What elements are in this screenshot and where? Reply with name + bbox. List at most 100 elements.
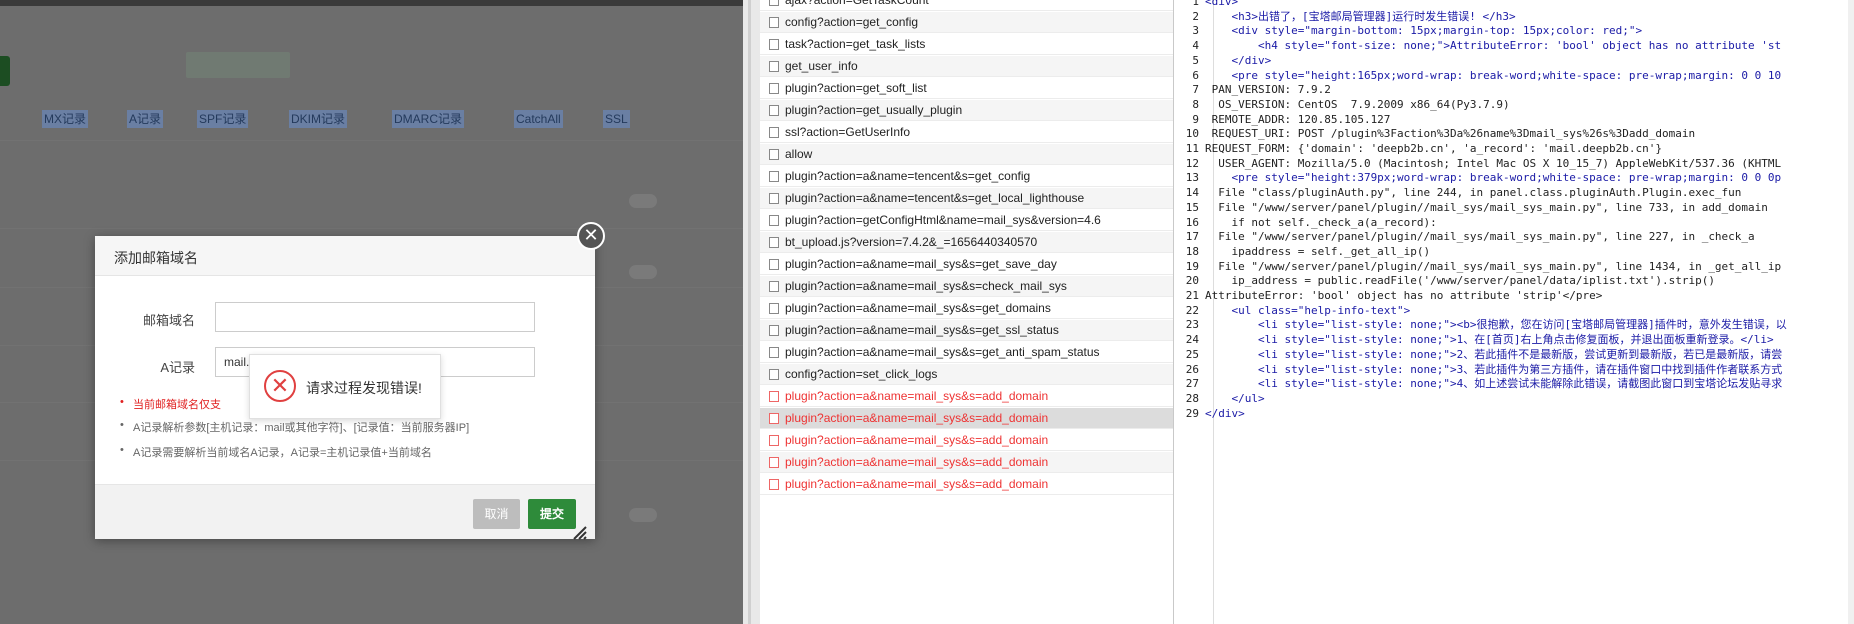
code-text: <li style="list-style: none;"><b>很抱歉，您在访… <box>1205 318 1787 332</box>
request-row[interactable]: plugin?action=a&name=mail_sys&s=add_doma… <box>760 408 1173 429</box>
request-checkbox-icon[interactable] <box>769 149 779 160</box>
request-row[interactable]: plugin?action=getConfigHtml&name=mail_sy… <box>760 210 1173 231</box>
code-line: 19 File "/www/server/panel/plugin//mail_… <box>1175 260 1848 273</box>
request-row[interactable]: plugin?action=get_usually_plugin <box>760 100 1173 121</box>
request-checkbox-icon[interactable] <box>769 193 779 204</box>
request-checkbox-icon[interactable] <box>769 17 779 28</box>
code-text: <div> <box>1205 0 1239 8</box>
request-row[interactable]: ajax?action=GetTaskCount <box>760 0 1173 11</box>
request-row[interactable]: plugin?action=a&name=mail_sys&s=get_save… <box>760 254 1173 275</box>
green-side-tab <box>0 56 10 86</box>
request-row[interactable]: allow <box>760 144 1173 165</box>
request-row[interactable]: plugin?action=a&name=mail_sys&s=get_ssl_… <box>760 320 1173 341</box>
request-row[interactable]: plugin?action=a&name=mail_sys&s=add_doma… <box>760 386 1173 407</box>
request-checkbox-icon[interactable] <box>769 391 779 402</box>
request-checkbox-icon[interactable] <box>769 61 779 72</box>
code-text: ipaddress = self._get_all_ip() <box>1205 244 1431 258</box>
request-row[interactable]: bt_upload.js?version=7.4.2&_=16564403405… <box>760 232 1173 253</box>
code-line: 1 <div> <box>1175 0 1848 8</box>
request-checkbox-icon[interactable] <box>769 171 779 182</box>
tab-ssl[interactable]: SSL <box>603 110 630 128</box>
request-row[interactable]: plugin?action=a&name=mail_sys&s=add_doma… <box>760 430 1173 451</box>
request-checkbox-icon[interactable] <box>769 237 779 248</box>
request-row[interactable]: plugin?action=a&name=mail_sys&s=add_doma… <box>760 452 1173 473</box>
code-text: ip_address = public.readFile('/www/serve… <box>1205 274 1715 288</box>
divider-grip[interactable] <box>748 0 751 624</box>
request-row[interactable]: get_user_info <box>760 56 1173 77</box>
pane-divider[interactable] <box>743 0 760 624</box>
request-checkbox-icon[interactable] <box>769 0 779 6</box>
tab-spf[interactable]: SPF记录 <box>197 110 249 128</box>
code-line: 29 </div> <box>1175 407 1848 420</box>
code-text: File "/www/server/panel/plugin//mail_sys… <box>1205 200 1768 214</box>
request-row[interactable]: plugin?action=a&name=mail_sys&s=check_ma… <box>760 276 1173 297</box>
tab-dkim[interactable]: DKIM记录 <box>289 110 348 128</box>
request-row[interactable]: ssl?action=GetUserInfo <box>760 122 1173 143</box>
app-pane: MX记录 A记录 SPF记录 DKIM记录 DMARC记录 CatchAll S… <box>0 0 743 624</box>
tab-catchall[interactable]: CatchAll <box>514 110 563 128</box>
resize-handle-icon[interactable] <box>570 523 590 543</box>
tab-a[interactable]: A记录 <box>127 110 164 128</box>
submit-button[interactable]: 提交 <box>528 499 576 529</box>
request-name: plugin?action=get_usually_plugin <box>785 103 963 117</box>
request-row[interactable]: task?action=get_task_lists <box>760 34 1173 55</box>
code-text: AttributeError: 'bool' object has no att… <box>1205 289 1603 302</box>
request-name: bt_upload.js?version=7.4.2&_=16564403405… <box>785 235 1038 249</box>
request-checkbox-icon[interactable] <box>769 281 779 292</box>
request-row[interactable]: plugin?action=a&name=mail_sys&s=add_doma… <box>760 474 1173 495</box>
code-text: <li style="list-style: none;">1、在[首页]右上角… <box>1205 333 1774 347</box>
code-line: 4 <h4 style="font-size: none;">Attribute… <box>1175 39 1848 52</box>
request-checkbox-icon[interactable] <box>769 259 779 270</box>
code-text: <li style="list-style: none;">4、如上述尝试未能解… <box>1205 377 1783 391</box>
request-row[interactable]: plugin?action=a&name=tencent&s=get_local… <box>760 188 1173 209</box>
request-row[interactable]: plugin?action=a&name=tencent&s=get_confi… <box>760 166 1173 187</box>
line-number: 25 <box>1185 347 1199 361</box>
request-row[interactable]: plugin?action=a&name=mail_sys&s=get_doma… <box>760 298 1173 319</box>
request-checkbox-icon[interactable] <box>769 479 779 490</box>
request-checkbox-icon[interactable] <box>769 39 779 50</box>
request-row[interactable]: config?action=get_config <box>760 12 1173 33</box>
request-checkbox-icon[interactable] <box>769 83 779 94</box>
request-checkbox-icon[interactable] <box>769 127 779 138</box>
tab-dmarc[interactable]: DMARC记录 <box>392 110 464 128</box>
request-name: plugin?action=a&name=mail_sys&s=add_doma… <box>785 433 1049 447</box>
code-line: 22 <ul class="help-info-text"> <box>1175 304 1848 317</box>
divider-line <box>0 140 743 141</box>
request-checkbox-icon[interactable] <box>769 325 779 336</box>
request-checkbox-icon[interactable] <box>769 303 779 314</box>
line-number: 23 <box>1185 318 1199 332</box>
tip-domain-support: 当前邮箱域名仅支 <box>120 396 221 412</box>
code-line: 12 USER_AGENT: Mozilla/5.0 (Macintosh; I… <box>1175 157 1848 170</box>
line-number: 12 <box>1185 156 1199 170</box>
request-checkbox-icon[interactable] <box>769 413 779 424</box>
code-line: 5 </div> <box>1175 54 1848 67</box>
line-number: 27 <box>1185 377 1199 391</box>
request-row[interactable]: plugin?action=a&name=mail_sys&s=get_anti… <box>760 342 1173 363</box>
request-checkbox-icon[interactable] <box>769 215 779 226</box>
scrollbar[interactable] <box>1848 0 1854 624</box>
request-row[interactable]: config?action=set_click_logs <box>760 364 1173 385</box>
request-name: config?action=get_config <box>785 15 919 29</box>
dimmed-toggle <box>629 265 657 279</box>
code-text: </div> <box>1205 406 1245 420</box>
domain-input[interactable] <box>215 302 535 332</box>
cancel-button[interactable]: 取消 <box>473 499 520 529</box>
code-line: 27 <li style="list-style: none;">4、如上述尝试… <box>1175 377 1848 390</box>
request-name: ajax?action=GetTaskCount <box>785 0 929 7</box>
line-number: 24 <box>1185 333 1199 347</box>
tab-mx[interactable]: MX记录 <box>42 110 89 128</box>
dimmed-toggle <box>629 194 657 208</box>
line-number: 1 <box>1192 0 1199 8</box>
request-row[interactable]: plugin?action=get_soft_list <box>760 78 1173 99</box>
record-tabs: MX记录 A记录 SPF记录 DKIM记录 DMARC记录 CatchAll S… <box>0 100 743 140</box>
request-checkbox-icon[interactable] <box>769 457 779 468</box>
request-checkbox-icon[interactable] <box>769 435 779 446</box>
request-checkbox-icon[interactable] <box>769 347 779 358</box>
close-icon[interactable]: ✕ <box>577 222 605 250</box>
request-checkbox-icon[interactable] <box>769 369 779 380</box>
code-text: <pre style="height:379px;word-wrap: brea… <box>1205 171 1782 185</box>
request-name: plugin?action=getConfigHtml&name=mail_sy… <box>785 213 1101 227</box>
line-number: 28 <box>1185 391 1199 405</box>
request-checkbox-icon[interactable] <box>769 105 779 116</box>
code-line: 25 <li style="list-style: none;">2、若此插件不… <box>1175 348 1848 361</box>
